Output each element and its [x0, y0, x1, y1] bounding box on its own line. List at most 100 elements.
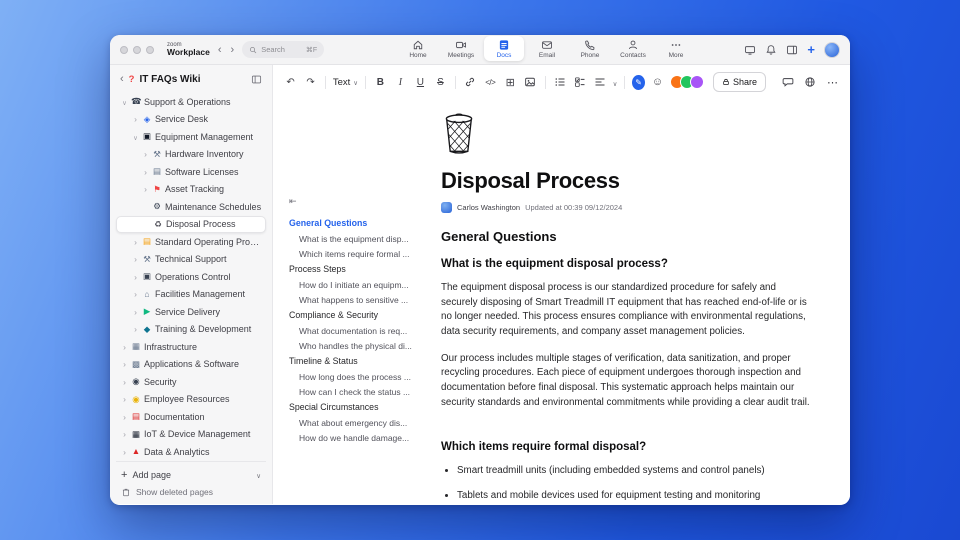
- strikethrough-button[interactable]: S: [433, 74, 448, 90]
- share-button[interactable]: Share: [712, 72, 766, 92]
- outline-item-link[interactable]: How can I check the status ...: [289, 384, 431, 399]
- sidebar-item-iot-device-management[interactable]: ▦ IoT & Device Management: [116, 426, 266, 443]
- sidebar-item-asset-tracking[interactable]: ⚑ Asset Tracking: [116, 181, 266, 198]
- sidebar-item-support-operations[interactable]: ☎ Support & Operations: [116, 93, 266, 110]
- outline-section-link[interactable]: Special Circumstances: [289, 399, 431, 415]
- chevron-right-icon[interactable]: [142, 167, 149, 177]
- outline-item-link[interactable]: What about emergency dis...: [289, 415, 431, 430]
- chevron-right-icon[interactable]: [132, 324, 139, 334]
- outline-section-link[interactable]: Timeline & Status: [289, 353, 431, 369]
- tab-home[interactable]: Home: [398, 36, 438, 61]
- more-options-icon[interactable]: [825, 74, 840, 90]
- sidebar-item-facilities-management[interactable]: ⌂ Facilities Management: [116, 286, 266, 303]
- sidebar-item-training-development[interactable]: ◆ Training & Development: [116, 321, 266, 338]
- sidebar-item-service-delivery[interactable]: ▶ Service Delivery: [116, 303, 266, 320]
- sidebar-item-data-analytics[interactable]: ▲ Data & Analytics: [116, 443, 266, 460]
- chevron-right-icon[interactable]: [132, 307, 139, 317]
- emoji-icon[interactable]: [650, 74, 665, 90]
- outline-item-link[interactable]: How long does the process ...: [289, 369, 431, 384]
- outline-section-link[interactable]: General Questions: [289, 215, 431, 231]
- chevron-down-icon[interactable]: [256, 470, 261, 480]
- sidebar-item-security[interactable]: ◉ Security: [116, 373, 266, 390]
- outline-item-link[interactable]: What documentation is req...: [289, 323, 431, 338]
- sidebar-item-disposal-process[interactable]: ♻ Disposal Process: [116, 215, 266, 233]
- show-deleted-pages-button[interactable]: Show deleted pages: [116, 484, 266, 501]
- new-item-plus-button[interactable]: +: [807, 43, 815, 56]
- sidebar-item-hardware-inventory[interactable]: ⚒ Hardware Inventory: [116, 146, 266, 163]
- outline-section-link[interactable]: Process Steps: [289, 261, 431, 277]
- table-icon[interactable]: [503, 74, 518, 90]
- collapse-outline-icon[interactable]: [289, 196, 431, 207]
- redo-icon[interactable]: [303, 74, 318, 90]
- outline-item-link[interactable]: Which items require formal ...: [289, 246, 431, 261]
- tab-contacts[interactable]: Contacts: [613, 36, 653, 61]
- outline-section-link[interactable]: Compliance & Security: [289, 307, 431, 323]
- sidebar-item-applications-software[interactable]: ▩ Applications & Software: [116, 356, 266, 373]
- sidebar-item-service-desk[interactable]: ◈ Service Desk: [116, 111, 266, 128]
- notifications-bell-icon[interactable]: [765, 44, 777, 56]
- chevron-down-icon[interactable]: [121, 97, 128, 107]
- chevron-right-icon[interactable]: [132, 237, 139, 247]
- add-page-button[interactable]: Add page: [116, 467, 266, 484]
- collaborator-avatar[interactable]: [689, 75, 704, 89]
- user-avatar[interactable]: [824, 41, 840, 58]
- panel-layout-icon[interactable]: [786, 44, 798, 56]
- underline-button[interactable]: U: [413, 74, 428, 90]
- global-search-input[interactable]: Search ⌘F: [242, 41, 325, 58]
- ai-companion-button[interactable]: ✎: [632, 74, 645, 90]
- sidebar-item-documentation[interactable]: ▤ Documentation: [116, 408, 266, 425]
- chevron-right-icon[interactable]: [132, 114, 139, 124]
- align-icon[interactable]: [593, 74, 608, 90]
- chevron-right-icon[interactable]: [121, 359, 128, 369]
- sidebar-item-technical-support[interactable]: ⚒ Technical Support: [116, 251, 266, 268]
- sidebar-back-icon[interactable]: [120, 73, 124, 85]
- minimize-button[interactable]: [133, 45, 141, 54]
- image-icon[interactable]: [523, 74, 538, 90]
- chevron-right-icon[interactable]: [121, 412, 128, 422]
- chevron-right-icon[interactable]: [132, 254, 139, 264]
- outline-item-link[interactable]: Who handles the physical di...: [289, 338, 431, 353]
- sidebar-item-equipment-management[interactable]: ▣ Equipment Management: [116, 128, 266, 145]
- chevron-right-icon[interactable]: [121, 342, 128, 352]
- chevron-right-icon[interactable]: [121, 394, 128, 404]
- comment-icon[interactable]: [781, 74, 796, 90]
- sidebar-item-software-licenses[interactable]: ▤ Software Licenses: [116, 163, 266, 180]
- screen-share-icon[interactable]: [744, 44, 756, 56]
- globe-icon[interactable]: [803, 74, 818, 90]
- nav-forward-button[interactable]: [230, 44, 236, 56]
- text-style-selector[interactable]: Text: [333, 77, 358, 88]
- tab-meetings[interactable]: Meetings: [441, 36, 481, 61]
- outline-item-link[interactable]: What is the equipment disp...: [289, 231, 431, 246]
- tab-phone[interactable]: Phone: [570, 36, 610, 61]
- sidebar-item-standard-operating-procedures[interactable]: ▤ Standard Operating Procedures: [116, 233, 266, 250]
- chevron-right-icon[interactable]: [121, 377, 128, 387]
- sidebar-item-maintenance-schedules[interactable]: ⚙ Maintenance Schedules: [116, 198, 266, 215]
- checklist-icon[interactable]: [573, 74, 588, 90]
- italic-button[interactable]: I: [393, 74, 408, 90]
- code-icon[interactable]: </>: [483, 74, 498, 90]
- sidebar-item-employee-resources[interactable]: ◉ Employee Resources: [116, 391, 266, 408]
- chevron-right-icon[interactable]: [142, 184, 149, 194]
- chevron-right-icon[interactable]: [132, 289, 139, 299]
- chevron-right-icon[interactable]: [121, 429, 128, 439]
- collapse-sidebar-icon[interactable]: [251, 74, 262, 85]
- chevron-down-icon[interactable]: [132, 132, 139, 142]
- chevron-right-icon[interactable]: [132, 272, 139, 282]
- bulleted-list-icon[interactable]: [553, 74, 568, 90]
- sidebar-item-infrastructure[interactable]: ▦ Infrastructure: [116, 338, 266, 355]
- doc-content[interactable]: Disposal Process Carlos Washington Updat…: [441, 99, 850, 504]
- tab-docs[interactable]: Docs: [484, 36, 524, 61]
- maximize-button[interactable]: [146, 45, 154, 54]
- chevron-right-icon[interactable]: [142, 149, 149, 159]
- outline-item-link[interactable]: How do we handle damage...: [289, 430, 431, 445]
- link-icon[interactable]: [463, 74, 478, 90]
- bold-button[interactable]: B: [373, 74, 388, 90]
- undo-icon[interactable]: [283, 74, 298, 90]
- tab-email[interactable]: Email: [527, 36, 567, 61]
- outline-item-link[interactable]: How do I initiate an equipm...: [289, 277, 431, 292]
- sidebar-item-operations-control[interactable]: ▣ Operations Control: [116, 268, 266, 285]
- nav-back-button[interactable]: [217, 44, 223, 56]
- chevron-down-icon[interactable]: [613, 73, 618, 91]
- outline-item-link[interactable]: What happens to sensitive ...: [289, 292, 431, 307]
- close-button[interactable]: [120, 45, 128, 54]
